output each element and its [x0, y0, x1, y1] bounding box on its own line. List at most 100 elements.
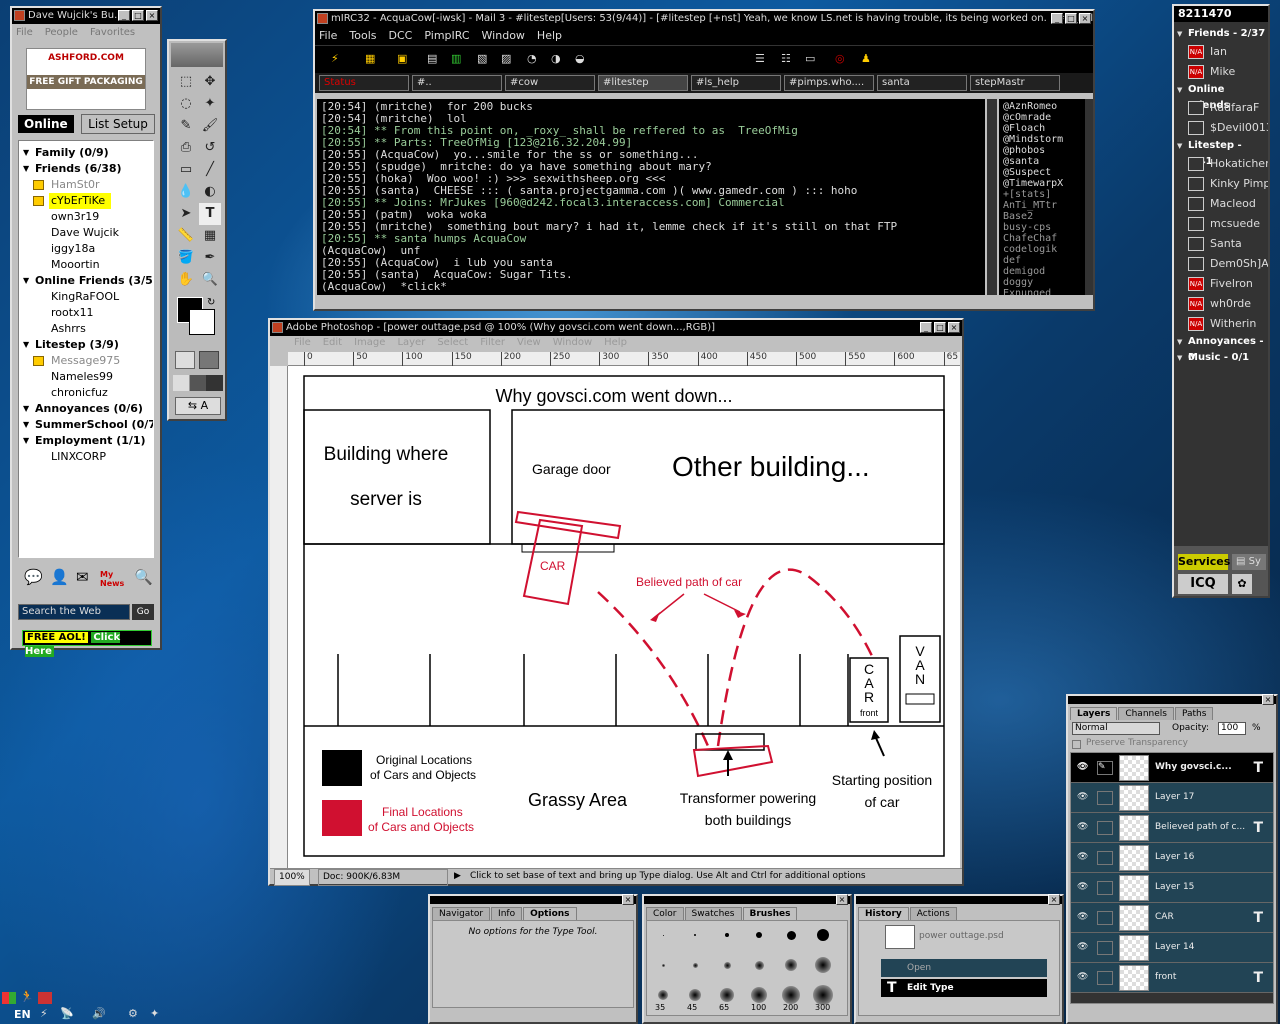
tab-list-setup[interactable]: List Setup: [81, 114, 155, 134]
plug-icon[interactable]: ✦: [150, 1007, 159, 1020]
move-tool-icon[interactable]: ✥: [199, 71, 221, 93]
nick-item[interactable]: @AznRomeo: [1003, 101, 1081, 112]
info-icon[interactable]: 👤: [50, 568, 69, 586]
menu-pimpirc[interactable]: PimpIRC: [424, 29, 469, 42]
channel-tab[interactable]: stepMastr: [970, 75, 1060, 91]
brush-preset[interactable]: [786, 930, 796, 940]
nick-scrollbar[interactable]: [1085, 99, 1093, 295]
buddy-item[interactable]: LINXCORP: [19, 449, 153, 465]
layer-row[interactable]: 👁 Layer 15: [1071, 873, 1273, 903]
brush-preset[interactable]: [813, 985, 833, 1005]
icq-contact[interactable]: Kinky Pimp: [1174, 174, 1268, 194]
link-icon[interactable]: [1097, 851, 1113, 865]
channel-tab[interactable]: #litestep: [598, 75, 688, 91]
link-icon[interactable]: ✎: [1097, 761, 1113, 775]
icq-logo-button[interactable]: ICQ: [1178, 574, 1228, 594]
send-icon[interactable]: ▧: [477, 52, 487, 65]
icq-group[interactable]: Litestep - 0/41: [1174, 138, 1268, 167]
collapse-arrow-icon[interactable]: ▼: [23, 401, 29, 417]
buddy-item[interactable]: Ashrrs: [19, 321, 153, 337]
history-palette[interactable]: × History Actions power outtage.psd Open …: [854, 894, 1064, 1024]
icq-contact[interactable]: Hokatichenc: [1174, 154, 1268, 174]
rubber-stamp-tool-icon[interactable]: ⎙: [175, 137, 197, 159]
magic-wand-tool-icon[interactable]: ✦: [199, 93, 221, 115]
chat-icon[interactable]: ▨: [501, 52, 511, 65]
eye-icon[interactable]: 👁: [1077, 792, 1091, 804]
layer-row[interactable]: 👁 Layer 14: [1071, 933, 1273, 963]
paint-bucket-tool-icon[interactable]: 🪣: [175, 247, 197, 269]
history-brush-tool-icon[interactable]: ↺: [199, 137, 221, 159]
channel-tab[interactable]: santa: [877, 75, 967, 91]
link-icon[interactable]: [1097, 821, 1113, 835]
nick-item[interactable]: def: [1003, 255, 1081, 266]
ad-banner[interactable]: ASHFORD.COM FREE GIFT PACKAGING: [26, 48, 146, 110]
tab-layers[interactable]: Layers: [1070, 707, 1118, 720]
buddy-item[interactable]: Dave Wujcik: [19, 225, 153, 241]
type-tool-icon[interactable]: T: [199, 203, 221, 225]
speaker-icon[interactable]: 🔊: [92, 1007, 106, 1020]
layer-row[interactable]: 👁 CAR T: [1071, 903, 1273, 933]
satellite-icon[interactable]: 📡: [60, 1007, 74, 1020]
brush-preset[interactable]: [817, 929, 829, 941]
airbrush-tool-icon[interactable]: ✎: [175, 115, 197, 137]
nick-item[interactable]: @cOmrade: [1003, 112, 1081, 123]
buddy-item[interactable]: iggy18a: [19, 241, 153, 257]
palette-titlebar[interactable]: ×: [430, 894, 636, 905]
icq-contact[interactable]: N/A Fivelron: [1174, 274, 1268, 294]
mirc-titlebar[interactable]: mIRC32 - AcquaCow[-iwsk] - Mail 3 - #lit…: [315, 11, 1093, 27]
close-button[interactable]: ×: [1079, 13, 1091, 24]
brush-preset[interactable]: [785, 959, 797, 971]
buddy-group[interactable]: Employment (1/1) ▼: [19, 433, 153, 449]
icq-contact[interactable]: Dem0Sh]AIZ: [1174, 254, 1268, 274]
brush-preset[interactable]: [754, 960, 764, 970]
chat-icon[interactable]: 💬: [24, 568, 43, 586]
search-icon[interactable]: 🔍: [134, 568, 153, 586]
nick-item[interactable]: @TimewarpX: [1003, 178, 1081, 189]
eye-icon[interactable]: 👁: [1077, 882, 1091, 894]
eye-icon[interactable]: 👁: [1077, 762, 1091, 774]
icq-window[interactable]: 8211470 Friends - 2/37 N/A Ian N/A Mike Onlin…: [1172, 4, 1270, 598]
nick-item[interactable]: Exnunged: [1003, 288, 1081, 295]
marquee-tool-icon[interactable]: ⬚: [175, 71, 197, 93]
pen-tool-icon[interactable]: ➤: [175, 203, 197, 225]
nick-list[interactable]: @AznRomeo @cOmrade @Floach @Mindstorm @phobo…: [999, 99, 1085, 295]
zoom-tool-icon[interactable]: 🔍: [199, 269, 221, 291]
menu-view[interactable]: View: [517, 337, 541, 348]
eye-icon[interactable]: 👁: [1077, 972, 1091, 984]
preserve-checkbox[interactable]: [1072, 740, 1081, 749]
brush-preset[interactable]: [692, 962, 698, 968]
icq-group[interactable]: Friends - 2/37: [1174, 26, 1268, 42]
cascade-icon[interactable]: ☷: [781, 52, 791, 65]
menu-window[interactable]: Window: [553, 337, 592, 348]
arrange-icon[interactable]: ▭: [805, 52, 815, 65]
icq-contact[interactable]: Macleod: [1174, 194, 1268, 214]
history-step-open[interactable]: Open: [881, 959, 1047, 977]
doc-size[interactable]: Doc: 900K/6.83M: [318, 869, 448, 886]
palette-titlebar[interactable]: ×: [644, 894, 850, 905]
tab-options[interactable]: Options: [523, 907, 577, 920]
maximize-button[interactable]: □: [934, 322, 946, 333]
nick-item[interactable]: busy-cps: [1003, 222, 1081, 233]
buddy-item[interactable]: Mooortin: [19, 257, 153, 273]
link-icon[interactable]: [1097, 911, 1113, 925]
brush-preset[interactable]: [662, 934, 664, 936]
notify-icon[interactable]: ◒: [575, 52, 585, 65]
runner-icon[interactable]: 🏃: [20, 990, 34, 1003]
menu-filter[interactable]: Filter: [480, 337, 505, 348]
app-icon[interactable]: [38, 992, 52, 1004]
gradient-tool-icon[interactable]: ▦: [199, 225, 221, 247]
icq-flower-icon[interactable]: ✿: [1232, 574, 1252, 594]
menu-file[interactable]: File: [294, 337, 311, 348]
menu-people[interactable]: People: [45, 27, 78, 38]
nick-item[interactable]: @phobos: [1003, 145, 1081, 156]
close-button[interactable]: ×: [1262, 694, 1274, 705]
nick-item[interactable]: +[stats]: [1003, 189, 1081, 200]
dodge-tool-icon[interactable]: ◐: [199, 181, 221, 203]
preserve-transparency[interactable]: Preserve Transparency: [1068, 738, 1276, 752]
tab-history[interactable]: History: [858, 907, 909, 920]
buddy-item[interactable]: HamSt0r: [19, 177, 153, 193]
minimize-button[interactable]: _: [1051, 13, 1063, 24]
blur-tool-icon[interactable]: 💧: [175, 181, 197, 203]
minimize-button[interactable]: _: [920, 322, 932, 333]
buddy-list-window[interactable]: Dave Wujcik's Bu... _ □ × File People Favori…: [10, 6, 162, 657]
